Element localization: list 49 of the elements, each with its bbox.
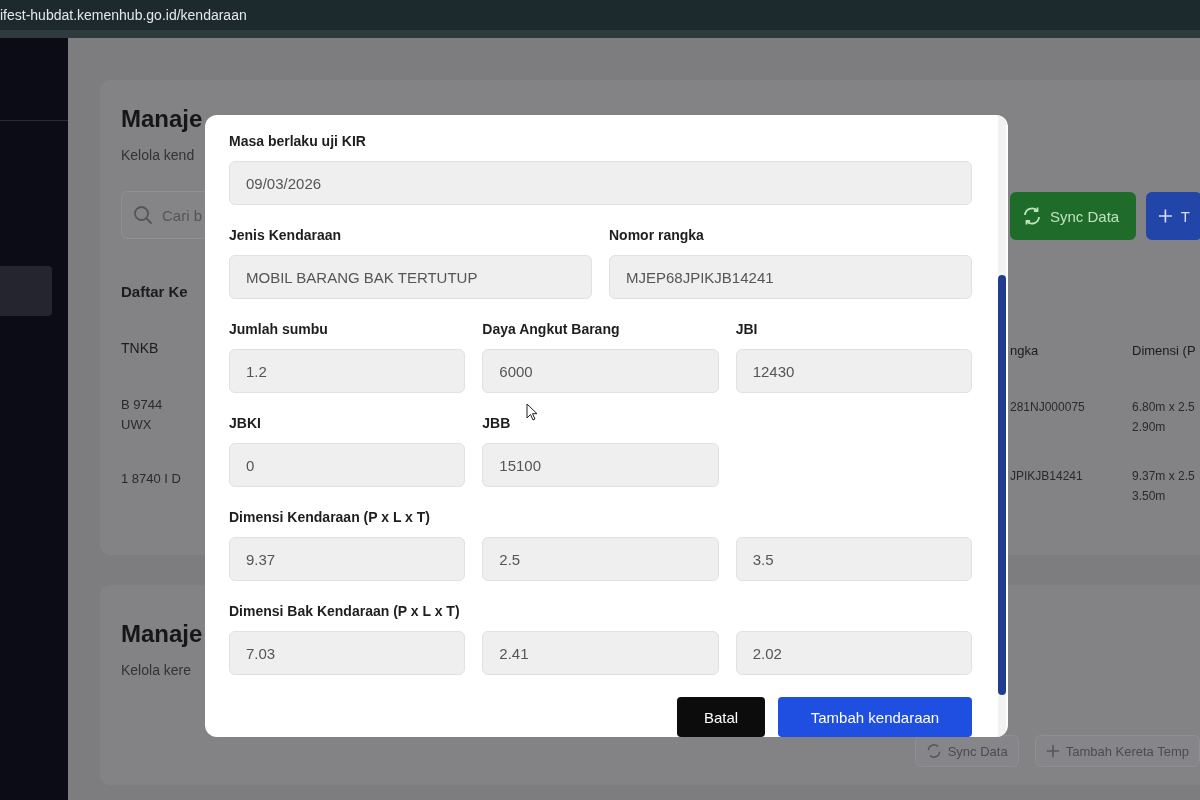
input-field[interactable]: MJEP68JPIKJB14241 (609, 255, 972, 299)
section-subtitle: Kelola kere (121, 662, 192, 678)
page-subtitle: Kelola kend (121, 147, 195, 163)
plus-icon (1045, 744, 1060, 758)
input-field[interactable]: MOBIL BARANG BAK TERTUTUP (229, 255, 592, 299)
field-label: JBKI (229, 415, 262, 431)
cancel-button[interactable]: Batal (677, 697, 765, 737)
column-header: Dimensi (P (1132, 343, 1197, 358)
table-cell-text: 6.80m x 2.5 2.90m (1132, 399, 1196, 436)
column-header: ngka (1010, 343, 1040, 358)
section-title: Manaje (121, 620, 203, 648)
input-field[interactable]: 0 (229, 443, 466, 487)
field-label: Daya Angkut Barang (482, 321, 621, 337)
input-field[interactable]: 2.5 (482, 537, 719, 581)
table-cell: 1 8740 I D (121, 471, 181, 486)
page-title: Manaje (121, 105, 203, 133)
field-label: JBI (735, 321, 759, 337)
input-field[interactable]: 1.2 (229, 349, 466, 393)
table-cell-text: JPIKJB14241 (1010, 468, 1084, 485)
input-field[interactable]: 2.41 (482, 631, 719, 675)
field-label: JBB (482, 415, 512, 431)
field-label: Nomor rangka (609, 227, 705, 243)
sync-icon (1022, 206, 1042, 226)
field-label: Jumlah sumbu (229, 321, 329, 337)
column-header: TNKB (121, 340, 159, 356)
scrollbar[interactable] (998, 115, 1006, 737)
sync-icon (925, 743, 942, 759)
input-field[interactable]: 09/03/2026 (229, 161, 972, 205)
field-label: Masa berlaku uji KIR (229, 133, 367, 149)
table-title: Daftar Ke (121, 283, 188, 300)
sync-data-button[interactable]: Sync Data (1010, 192, 1136, 240)
input-field[interactable]: 15100 (482, 443, 719, 487)
table-cell-text: 281NJ000075 (1010, 399, 1086, 416)
input-field[interactable]: 2.02 (735, 631, 972, 675)
table-cell-text: 9.37m x 2.5 3.50m (1132, 468, 1196, 505)
input-field[interactable]: 9.37 (229, 537, 466, 581)
table-cell-text: B 9744 UWX (121, 396, 164, 434)
add-button[interactable]: T (1146, 192, 1200, 240)
plus-icon (1158, 208, 1173, 224)
input-field[interactable]: 12430 (735, 349, 972, 393)
field-label: Dimensi Kendaraan (P x L x T) (229, 509, 431, 525)
input-field[interactable]: 6000 (482, 349, 719, 393)
submit-button[interactable]: Tambah kendaraan (778, 697, 972, 737)
cursor-icon (526, 403, 538, 421)
field-label: Dimensi Bak Kendaraan (P x L x T) (229, 603, 461, 619)
address-text[interactable]: ifest-hubdat.kemenhub.go.id/kendaraan (0, 7, 247, 23)
input-field[interactable]: 3.5 (735, 537, 972, 581)
search-icon (133, 205, 153, 225)
input-field[interactable]: 7.03 (229, 631, 466, 675)
